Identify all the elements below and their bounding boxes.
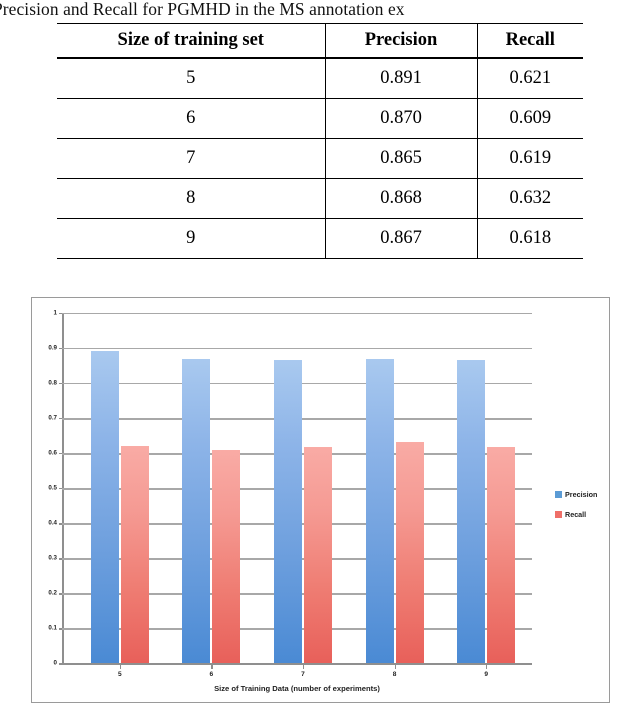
y-tick-mark xyxy=(59,558,62,560)
bar-recall-5 xyxy=(120,445,149,664)
x-axis-line xyxy=(62,663,532,665)
legend-item-precision: Precision xyxy=(555,490,611,499)
column-header-training-size: Size of training set xyxy=(57,23,325,59)
x-tick-mark xyxy=(119,665,122,669)
x-axis-title: Size of Training Data (number of experim… xyxy=(214,684,380,693)
bar-recall-7 xyxy=(304,446,332,664)
cell-precision: 0.865 xyxy=(324,138,477,179)
y-tick-label: 0.2 xyxy=(48,589,57,597)
x-tick-mark xyxy=(486,665,488,669)
x-tick-label: 8 xyxy=(392,671,397,678)
table-body: 5 0.891 0.621 6 0.870 0.609 7 0.865 0.61… xyxy=(57,58,583,259)
cell-recall: 0.632 xyxy=(476,178,583,219)
bar-precision-9 xyxy=(457,359,486,664)
y-tick-mark xyxy=(59,593,62,595)
bar-recall-9 xyxy=(487,446,516,664)
cell-training-size: 5 xyxy=(57,58,325,99)
cell-precision: 0.868 xyxy=(324,178,477,219)
y-tick-label: 0.4 xyxy=(48,519,57,527)
y-tick-mark xyxy=(59,313,62,315)
cell-recall: 0.609 xyxy=(476,98,583,139)
y-tick-label: 0.3 xyxy=(48,554,57,562)
figure-caption: Precision and Recall for PGMHD in the MS… xyxy=(0,0,640,24)
table-row: 6 0.870 0.609 xyxy=(57,98,583,139)
results-table-container: Size of training set Precision Recall 5 … xyxy=(57,23,583,259)
x-tick-mark xyxy=(303,665,305,669)
x-tick-label: 9 xyxy=(484,671,489,678)
cell-precision: 0.891 xyxy=(324,58,477,99)
y-tick-mark xyxy=(59,523,62,525)
y-tick-mark xyxy=(59,348,62,350)
y-tick-mark xyxy=(59,663,62,665)
gridline xyxy=(62,348,532,350)
y-tick-mark xyxy=(59,628,62,630)
cell-training-size: 7 xyxy=(57,138,325,179)
y-tick-label: 0.9 xyxy=(48,344,57,352)
bar-precision-5 xyxy=(90,351,119,664)
y-tick-mark xyxy=(59,383,62,385)
x-tick-label: 5 xyxy=(117,671,122,678)
gridline xyxy=(62,313,532,315)
cell-precision: 0.870 xyxy=(324,98,477,139)
cell-recall: 0.619 xyxy=(476,138,583,179)
bar-precision-6 xyxy=(182,358,211,664)
cell-training-size: 6 xyxy=(57,98,325,139)
y-tick-label: 0.6 xyxy=(48,449,57,457)
cell-recall: 0.618 xyxy=(476,218,583,259)
column-header-precision: Precision xyxy=(324,23,477,59)
y-tick-mark xyxy=(59,488,62,490)
y-tick-mark xyxy=(59,418,62,420)
table-row: 9 0.867 0.618 xyxy=(57,218,583,259)
y-tick-label: 0.8 xyxy=(48,379,57,387)
figure-caption-text: Precision and Recall for PGMHD in the MS… xyxy=(0,0,405,19)
table-row: 7 0.865 0.619 xyxy=(57,138,583,179)
results-table: Size of training set Precision Recall 5 … xyxy=(57,23,583,259)
legend-item-recall: Recall xyxy=(555,510,611,519)
cell-training-size: 8 xyxy=(57,178,325,219)
legend-swatch-icon xyxy=(555,491,562,498)
bar-chart: 1 0.9 0.8 0.7 0.6 0.5 0.4 0.3 0.2 0.1 0 5 6 7 8 9 Size… xyxy=(31,297,610,703)
table-header-row: Size of training set Precision Recall xyxy=(57,23,583,59)
bar-recall-6 xyxy=(212,450,241,664)
y-tick-label: 0.7 xyxy=(48,414,57,422)
table-row: 8 0.868 0.632 xyxy=(57,178,583,219)
table-row: 5 0.891 0.621 xyxy=(57,58,583,99)
x-tick-mark xyxy=(211,665,213,669)
legend-label: Precision xyxy=(565,490,598,499)
y-tick-label: 0 xyxy=(53,659,57,667)
x-tick-mark xyxy=(394,665,396,669)
y-tick-label: 1 xyxy=(53,309,57,317)
bar-precision-7 xyxy=(274,360,302,664)
table-header: Size of training set Precision Recall xyxy=(57,23,583,59)
y-tick-label: 0.5 xyxy=(48,484,57,492)
chart-legend: Precision Recall xyxy=(555,490,611,530)
x-tick-label: 6 xyxy=(209,671,214,678)
x-tick-label: 7 xyxy=(301,671,305,678)
legend-label: Recall xyxy=(565,510,587,519)
chart-plot-area: 1 0.9 0.8 0.7 0.6 0.5 0.4 0.3 0.2 0.1 0 5 6 7 8 9 Size… xyxy=(48,310,532,693)
y-tick-label: 0.1 xyxy=(48,624,57,632)
cell-recall: 0.621 xyxy=(476,58,583,99)
column-header-recall: Recall xyxy=(476,23,583,59)
cell-training-size: 9 xyxy=(57,218,325,259)
y-tick-mark xyxy=(59,453,62,455)
bar-precision-8 xyxy=(365,359,394,664)
legend-swatch-icon xyxy=(555,511,562,518)
bar-recall-8 xyxy=(395,441,424,664)
cell-precision: 0.867 xyxy=(324,218,477,259)
